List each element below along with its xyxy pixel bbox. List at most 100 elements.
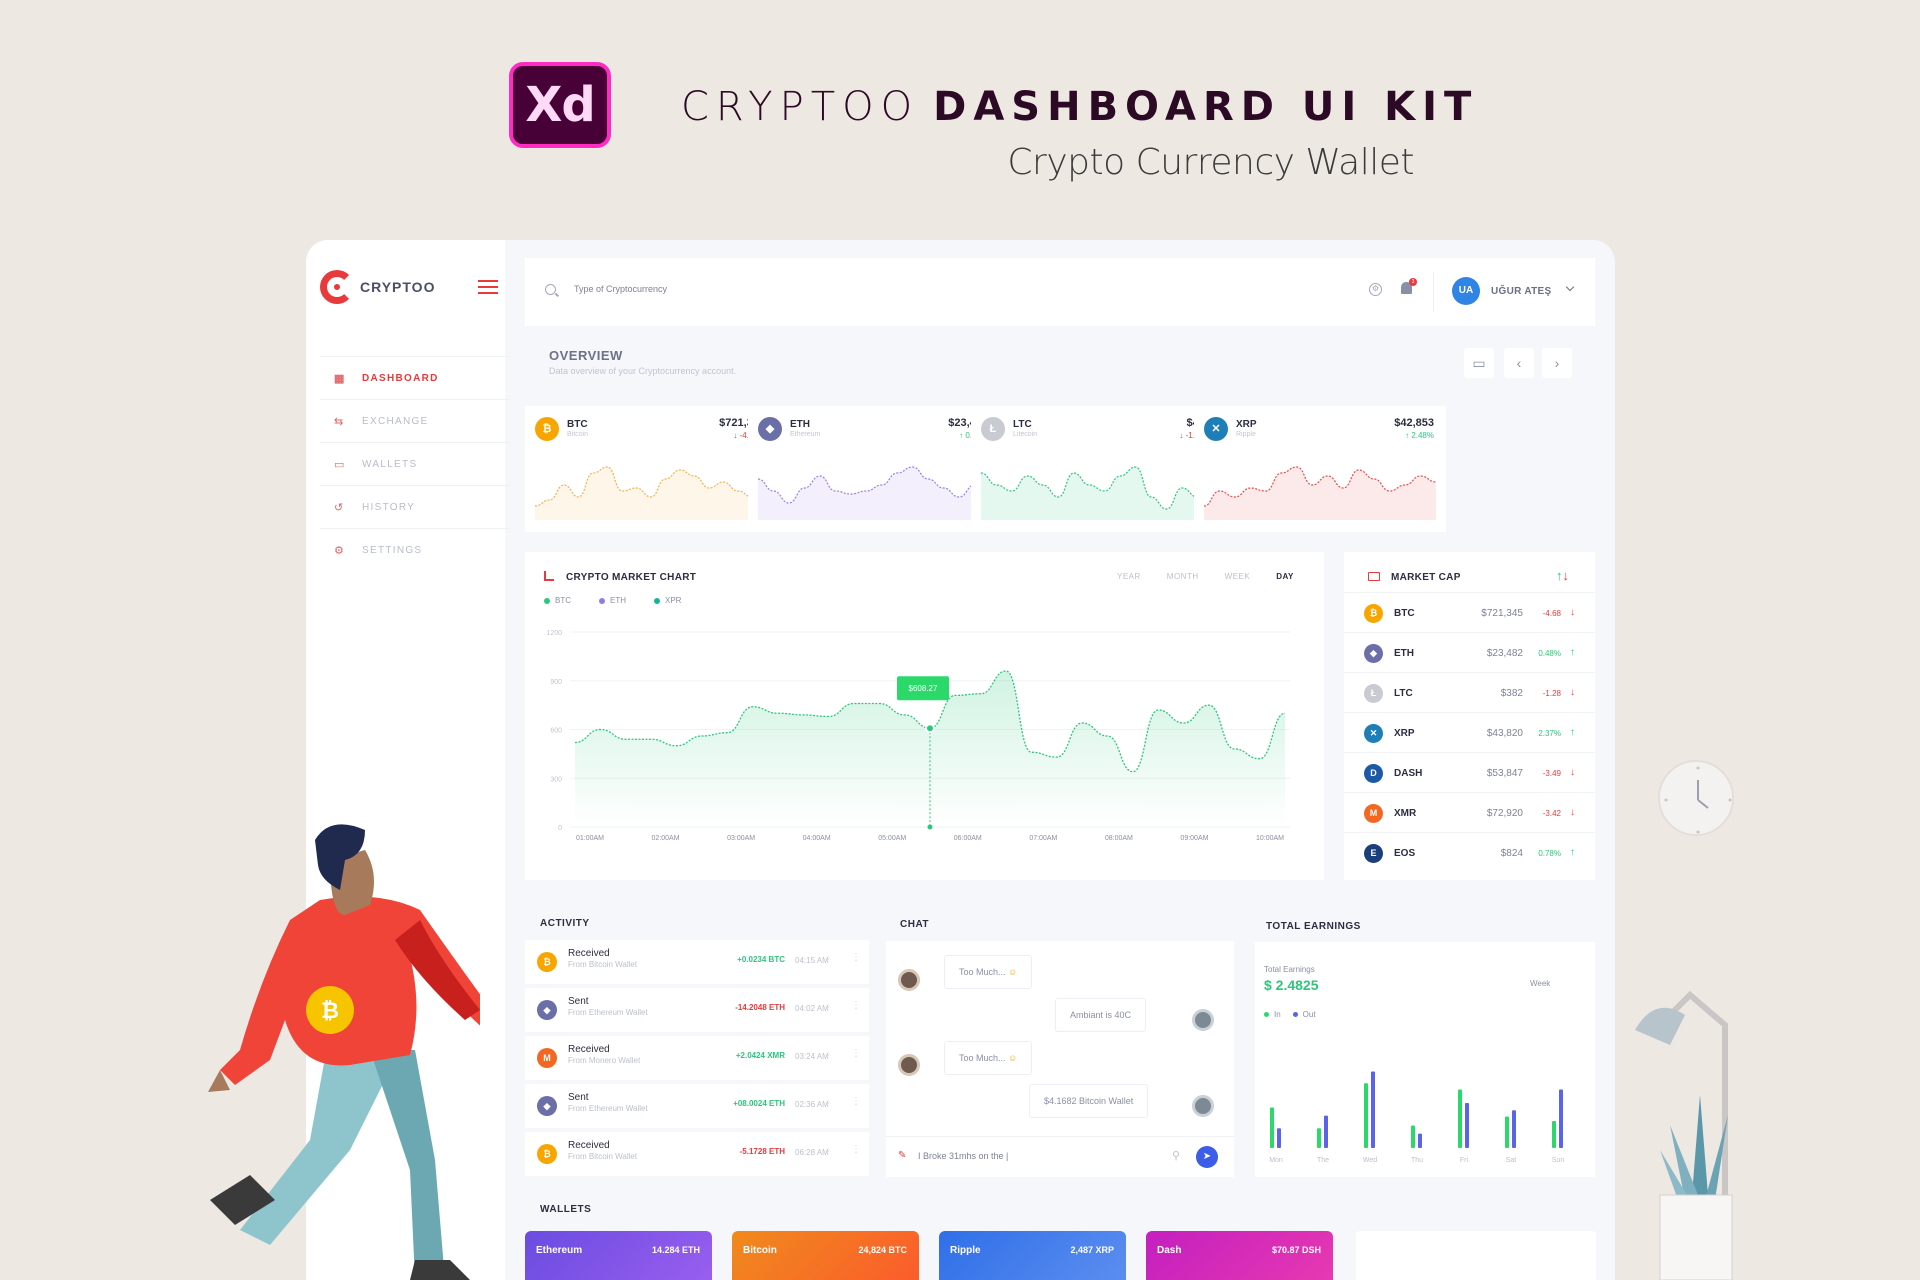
chevron-left-icon: ‹ <box>1516 355 1522 371</box>
legend-label: ETH <box>610 596 626 605</box>
coin-card-xrp[interactable]: ✕ XRP Ripple $42,853 ↑ 2.48% <box>1194 406 1446 532</box>
user-name[interactable]: UĞUR ATEŞ <box>1491 286 1551 297</box>
xrp-icon: ✕ <box>1204 417 1228 441</box>
tab-month[interactable]: MONTH <box>1167 572 1199 581</box>
activity-row[interactable]: M Received From Monero Wallet +2.0424 XMR 03… <box>525 1036 869 1080</box>
more-icon[interactable]: ⋯ <box>850 952 861 962</box>
prev-button[interactable]: ‹ <box>1504 348 1534 378</box>
period-tabs: YEAR MONTH WEEK DAY <box>1117 572 1320 581</box>
day-label: Fri <box>1460 1157 1469 1164</box>
sidebar-item-history[interactable]: ↺ HISTORY <box>320 485 510 528</box>
market-cap-panel: MARKET CAP ↑↓ ₿ BTC $721,345 -4.68 ↓ ◆ ETH $23,… <box>1344 552 1595 880</box>
coin-price: $721,345 <box>1481 608 1523 619</box>
activity-row[interactable]: ₿ Received From Bitcoin Wallet +0.0234 BTC 0… <box>525 940 869 984</box>
activity-amount: +2.0424 XMR <box>735 1051 785 1060</box>
activity-source: From Ethereum Wallet <box>568 1104 648 1113</box>
coin-change: -3.49 <box>1542 769 1561 778</box>
coin-card-btc[interactable]: ₿BTCBitcoin$721,345↓ -4.68% <box>525 406 777 532</box>
wallet-card-dash[interactable]: Dash $70.87 DSH <box>1146 1231 1333 1280</box>
more-icon[interactable]: ⋯ <box>850 1048 861 1058</box>
period-select[interactable]: Week <box>1530 979 1550 988</box>
sparkline-area <box>981 467 1213 520</box>
send-button[interactable]: ➤ <box>1196 1146 1218 1168</box>
wallet-amount: 14.284 ETH <box>651 1245 700 1255</box>
activity-time: 04:15 AM <box>795 956 829 965</box>
sparkline-area <box>535 467 767 520</box>
wallet-name: Bitcoin <box>743 1245 777 1256</box>
brand-logo[interactable]: CRYPTOO <box>320 270 435 304</box>
settings-icon[interactable]: ⚙ <box>1369 283 1382 296</box>
activity-type: Received <box>568 1044 610 1055</box>
chat-message-text: Too Much... <box>959 967 1006 977</box>
arrow-up-icon: ↑ <box>1570 847 1575 858</box>
sidebar-item-wallets[interactable]: ▭ WALLETS <box>320 442 510 485</box>
smile-icon: ☺ <box>1008 1053 1018 1063</box>
arrow-down-icon: ↓ <box>1570 687 1575 698</box>
market-cap-row[interactable]: ◆ ETH $23,482 0.48% ↑ <box>1344 632 1595 672</box>
coin-price: $382 <box>1500 688 1523 699</box>
coin-symbol: DASH <box>1394 768 1423 779</box>
sort-icon[interactable]: ↑↓ <box>1556 568 1569 583</box>
wallet-card-ripple[interactable]: Ripple 2,487 XRP <box>939 1231 1126 1280</box>
more-icon[interactable]: ⋯ <box>850 1144 861 1154</box>
eth-icon: ◆ <box>1364 644 1383 663</box>
tab-day[interactable]: DAY <box>1276 572 1294 581</box>
legend-item[interactable]: ETH <box>599 596 626 605</box>
person-illustration: ₿ <box>208 824 480 1280</box>
coin-card-ltc[interactable]: ŁLTCLitecoin$421↓ -1.27% <box>971 406 1223 532</box>
avatar <box>1192 1095 1214 1117</box>
market-cap-title: MARKET CAP <box>1391 572 1461 583</box>
market-cap-row[interactable]: Ł LTC $382 -1.28 ↓ <box>1344 672 1595 712</box>
menu-toggle-icon[interactable] <box>478 280 498 294</box>
more-icon[interactable]: ⋯ <box>850 1096 861 1106</box>
coin-change: 0.78% <box>1538 849 1561 858</box>
adobe-xd-logo: Xd <box>509 62 611 148</box>
next-button[interactable]: › <box>1542 348 1572 378</box>
avatar <box>898 1054 920 1076</box>
activity-time: 03:24 AM <box>795 1052 829 1061</box>
wallet-card-bitcoin[interactable]: Bitcoin 24,824 BTC <box>732 1231 919 1280</box>
legend-item[interactable]: XPR <box>654 596 681 605</box>
coin-change: -4.68 <box>1542 609 1561 618</box>
coin-name: Ethereum <box>790 431 821 438</box>
activity-row[interactable]: ◆ Sent From Ethereum Wallet -14.2048 ETH 04:… <box>525 988 869 1032</box>
overview-title: OVERVIEW <box>549 348 623 363</box>
lamp-plant-illustration <box>1635 990 1733 1280</box>
activity-row[interactable]: ◆ Sent From Ethereum Wallet +08.0024 ETH 02:… <box>525 1084 869 1128</box>
market-cap-row[interactable]: M XMR $72,920 -3.42 ↓ <box>1344 792 1595 832</box>
dash-icon: D <box>1364 764 1383 783</box>
coin-card-eth[interactable]: ◆ETHEthereum$23,482↑ 0.48% <box>748 406 1000 532</box>
tab-year[interactable]: YEAR <box>1117 572 1141 581</box>
wallet-amount: 2,487 XRP <box>1070 1245 1114 1255</box>
sidebar-item-settings[interactable]: ⚙ SETTINGS <box>320 528 510 571</box>
search-input[interactable]: Type of Cryptocurrency <box>574 284 667 294</box>
add-wallet-card[interactable] <box>1356 1231 1596 1280</box>
sidebar-item-exchange[interactable]: ⇆ EXCHANGE <box>320 399 510 442</box>
day-label: Wed <box>1363 1157 1377 1164</box>
out-dot <box>1292 1012 1298 1017</box>
activity-row[interactable]: ₿ Received From Bitcoin Wallet -5.1728 ETH 0… <box>525 1132 869 1176</box>
chevron-down-icon[interactable] <box>1565 282 1575 292</box>
market-cap-row[interactable]: ✕ XRP $43,820 2.37% ↑ <box>1344 712 1595 752</box>
more-icon[interactable]: ⋯ <box>850 1000 861 1010</box>
avatar[interactable]: UA <box>1452 277 1480 305</box>
highlight-point <box>925 723 935 734</box>
wallet-card-ethereum[interactable]: Ethereum 14.284 ETH <box>525 1231 712 1280</box>
settings-icon: ⚙ <box>334 544 346 557</box>
legend-label: BTC <box>555 596 571 605</box>
market-cap-row[interactable]: ₿ BTC $721,345 -4.68 ↓ <box>1344 592 1595 632</box>
attach-icon[interactable]: ⚲ <box>1172 1149 1180 1162</box>
xrp-icon: ✕ <box>1364 724 1383 743</box>
legend-item[interactable]: BTC <box>544 596 571 605</box>
chat-panel: Too Much... ☺ Ambiant is 40C Too Much...… <box>886 941 1234 1177</box>
activity-type: Received <box>568 948 610 959</box>
sidebar-item-dashboard[interactable]: ▦ DASHBOARD <box>320 356 510 399</box>
card-view-button[interactable]: ▭ <box>1464 348 1494 378</box>
y-tick-label: 1200 <box>546 630 562 637</box>
chat-input[interactable]: I Broke 31mhs on the | <box>918 1151 1008 1161</box>
market-cap-row[interactable]: D DASH $53,847 -3.49 ↓ <box>1344 752 1595 792</box>
activity-title: ACTIVITY <box>540 918 590 929</box>
tab-week[interactable]: WEEK <box>1225 572 1251 581</box>
market-cap-row[interactable]: E EOS $824 0.78% ↑ <box>1344 832 1595 872</box>
btc-icon: ₿ <box>535 417 559 441</box>
